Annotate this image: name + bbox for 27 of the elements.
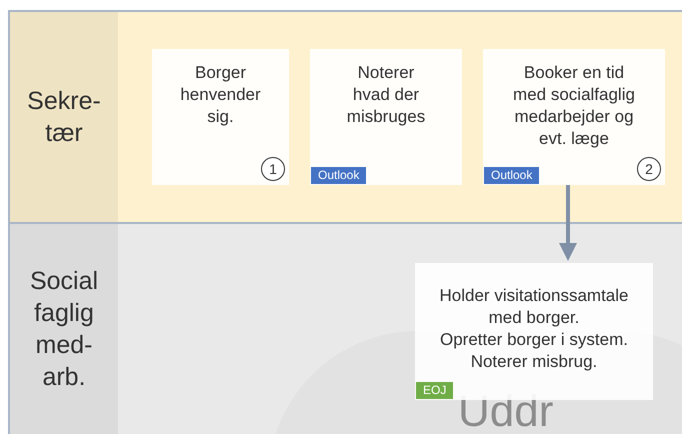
card-text: sig. (207, 106, 234, 128)
lane-label: tær (45, 118, 83, 149)
step-number: 1 (261, 157, 285, 181)
background-text: Uddr (458, 392, 554, 432)
step-number: 2 (637, 157, 661, 181)
lane-label: Social (30, 266, 98, 297)
card-text: med borger. (488, 307, 580, 329)
card-text: Holder visitationssamtale (440, 285, 628, 307)
card-text: Noterer misbrug. (470, 351, 598, 373)
card-text: henvender (180, 84, 261, 106)
lane-label: arb. (42, 362, 86, 393)
card-text: hvad der (352, 84, 420, 106)
card-text: medarbejder og (514, 106, 634, 128)
card-text: Opretter borger i system. (440, 329, 628, 351)
card-text: evt. læge (539, 128, 609, 150)
system-tag: Outlook (311, 167, 366, 184)
lane-label: Sekre- (27, 86, 101, 117)
card-text: Noterer (358, 62, 414, 84)
lane-label: med- (36, 330, 92, 361)
card-text: med socialfaglig (513, 84, 635, 106)
system-tag: EOJ (416, 382, 454, 399)
card-text: Borger (194, 62, 246, 84)
system-tag: Outlook (484, 167, 540, 184)
card-text: misbruges (346, 106, 426, 128)
lane-label: faglig (34, 298, 94, 329)
card-text: Booker en tid (524, 62, 624, 84)
arrow-icon (559, 185, 577, 261)
